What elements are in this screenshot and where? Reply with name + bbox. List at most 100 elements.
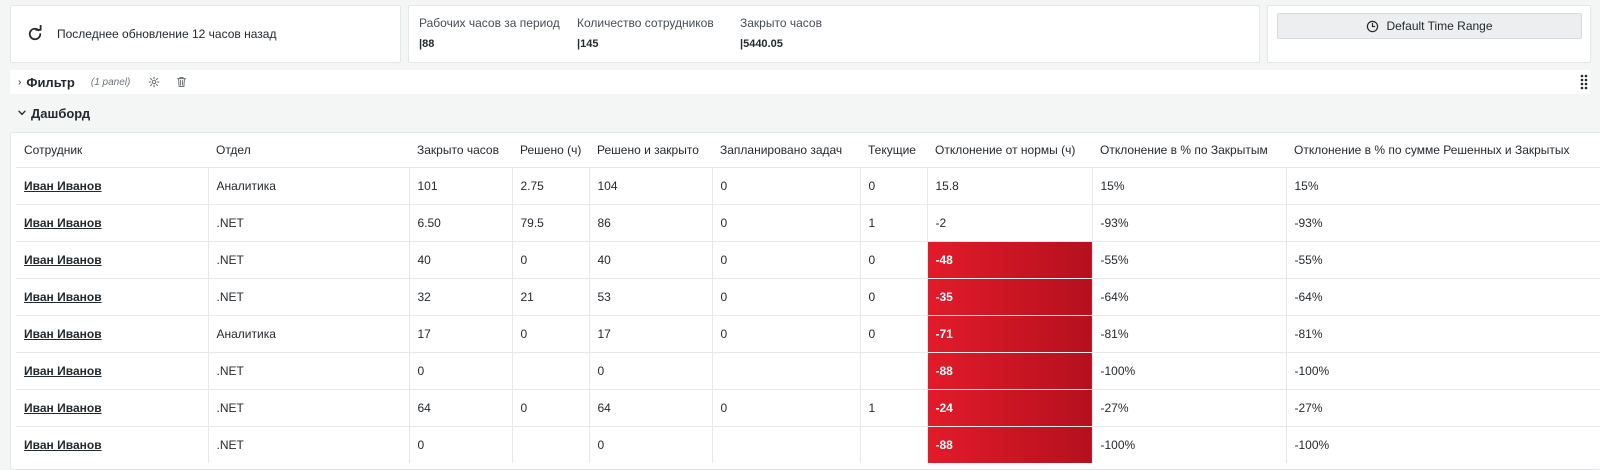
table-cell: -88: [926, 425, 1092, 463]
stat-value: |88: [419, 38, 435, 50]
table-cell: [711, 425, 860, 463]
column-header[interactable]: Отклонение в % по Закрытым: [1092, 133, 1286, 167]
table-cell: Иван Иванов: [16, 425, 208, 463]
column-header[interactable]: Отклонение в % по сумме Решенных и Закры…: [1286, 133, 1600, 167]
table-cell: -2: [926, 203, 1092, 241]
table-row: Иван Иванов .NET 40 0 40 0 0 -48 -55% -55%: [16, 240, 1600, 278]
table-cell: 101: [408, 166, 512, 204]
table-cell: 17: [408, 314, 512, 352]
table-cell: 0: [711, 166, 860, 204]
table-cell: -93%: [1091, 203, 1286, 241]
table-cell: 17: [588, 314, 712, 352]
column-header[interactable]: Решено (ч): [512, 133, 589, 167]
table-cell: 0: [711, 240, 860, 278]
stat-value: |5440.05: [740, 38, 783, 50]
stats-panel: Рабочих часов за период |88 Количество с…: [408, 5, 1260, 63]
column-header[interactable]: Сотрудник: [16, 133, 208, 167]
drag-handle-icon[interactable]: [1580, 74, 1588, 90]
table-cell: Иван Иванов: [16, 240, 208, 278]
column-header[interactable]: Текущие: [860, 133, 927, 167]
table-cell: 0: [408, 425, 512, 463]
last-update-panel: Последнее обновление 12 часов назад: [10, 5, 401, 63]
table-cell: 1: [859, 203, 927, 241]
employee-link[interactable]: Иван Иванов: [24, 364, 102, 378]
table-cell: 15%: [1091, 166, 1286, 204]
table-cell: .NET: [207, 203, 409, 241]
table-row: Иван Иванов Аналитика 17 0 17 0 0 -71 -81% -81%: [16, 314, 1600, 352]
table-cell: [859, 425, 927, 463]
table-cell: -55%: [1091, 240, 1286, 278]
table-cell: 32: [408, 277, 512, 315]
employees-table: Сотрудник Отдел Закрыто часов Решено (ч) Реш…: [16, 133, 1600, 463]
table-cell: Иван Иванов: [16, 166, 208, 204]
table-body: Иван Иванов Аналитика 101 2.75 104 0 0 15.8 15% 1…: [16, 166, 1600, 463]
table-cell: -81%: [1091, 314, 1286, 352]
column-header[interactable]: Запланировано задач: [712, 133, 860, 167]
table-cell: 0: [511, 314, 589, 352]
table-cell: -100%: [1285, 425, 1600, 463]
table-cell: Иван Иванов: [16, 388, 208, 426]
employee-link[interactable]: Иван Иванов: [24, 438, 102, 452]
table-cell: 64: [588, 388, 712, 426]
table-row: Иван Иванов .NET 0 0 -88 -100% -100%: [16, 351, 1600, 389]
table-cell: Аналитика: [207, 166, 409, 204]
table-cell: -88: [926, 351, 1092, 389]
employee-link[interactable]: Иван Иванов: [24, 327, 102, 341]
employee-link[interactable]: Иван Иванов: [24, 401, 102, 415]
column-header[interactable]: Решено и закрыто: [589, 133, 712, 167]
stat-title: Количество сотрудников: [577, 16, 714, 30]
gear-icon[interactable]: [148, 76, 160, 88]
filter-row-toggle[interactable]: › Фильтр: [10, 75, 75, 90]
table-cell: 0: [711, 277, 860, 315]
trash-icon[interactable]: [176, 76, 187, 88]
table-header-row: Сотрудник Отдел Закрыто часов Решено (ч) Реш…: [16, 133, 1600, 167]
dashboard-row-title: Дашборд: [31, 105, 91, 121]
table-cell: Иван Иванов: [16, 203, 208, 241]
table-cell: -27%: [1091, 388, 1286, 426]
table-cell: 1: [859, 388, 927, 426]
table-cell: 0: [511, 240, 589, 278]
employee-link[interactable]: Иван Иванов: [24, 253, 102, 267]
column-header[interactable]: Отдел: [208, 133, 409, 167]
employees-table-panel: Сотрудник Отдел Закрыто часов Решено (ч) Реш…: [10, 132, 1600, 470]
table-row: Иван Иванов .NET 6.50 79.5 86 0 1 -2 -93% -93%: [16, 203, 1600, 241]
column-header[interactable]: Отклонение от нормы (ч): [927, 133, 1092, 167]
table-cell: -48: [926, 240, 1092, 278]
table-cell: 0: [859, 314, 927, 352]
time-range-panel: Default Time Range: [1267, 5, 1591, 63]
chevron-right-icon: ›: [18, 76, 22, 88]
employee-link[interactable]: Иван Иванов: [24, 216, 102, 230]
clock-icon: [1366, 20, 1379, 33]
table-cell: 0: [711, 203, 860, 241]
last-update-text: Последнее обновление 12 часов назад: [57, 27, 277, 41]
table-cell: 0: [408, 351, 512, 389]
table-cell: [711, 351, 860, 389]
dashboard-row-toggle[interactable]: Дашборд: [10, 106, 90, 121]
table-cell: 64: [408, 388, 512, 426]
dashboard-row: Дашборд: [10, 103, 90, 123]
table-cell: -71: [926, 314, 1092, 352]
table-row: Иван Иванов .NET 64 0 64 0 1 -24 -27% -27%: [16, 388, 1600, 426]
table-cell: -100%: [1091, 351, 1286, 389]
table-cell: -24: [926, 388, 1092, 426]
table-cell: 104: [588, 166, 712, 204]
table-cell: 0: [859, 277, 927, 315]
table-cell: .NET: [207, 277, 409, 315]
table-cell: 0: [859, 166, 927, 204]
time-range-button[interactable]: Default Time Range: [1277, 13, 1582, 39]
stat-title: Рабочих часов за период: [419, 16, 560, 30]
table-cell: 0: [711, 388, 860, 426]
employee-link[interactable]: Иван Иванов: [24, 290, 102, 304]
column-header[interactable]: Закрыто часов: [409, 133, 512, 167]
refresh-icon[interactable]: [25, 24, 45, 44]
table-cell: -64%: [1091, 277, 1286, 315]
table-cell: 40: [408, 240, 512, 278]
table-cell: [859, 351, 927, 389]
table-cell: .NET: [207, 240, 409, 278]
table-cell: Иван Иванов: [16, 314, 208, 352]
employee-link[interactable]: Иван Иванов: [24, 179, 102, 193]
table-cell: 15.8: [926, 166, 1092, 204]
table-cell: .NET: [207, 425, 409, 463]
stat-closed-hours: Закрыто часов |5440.05: [740, 16, 822, 50]
table-cell: -35: [926, 277, 1092, 315]
